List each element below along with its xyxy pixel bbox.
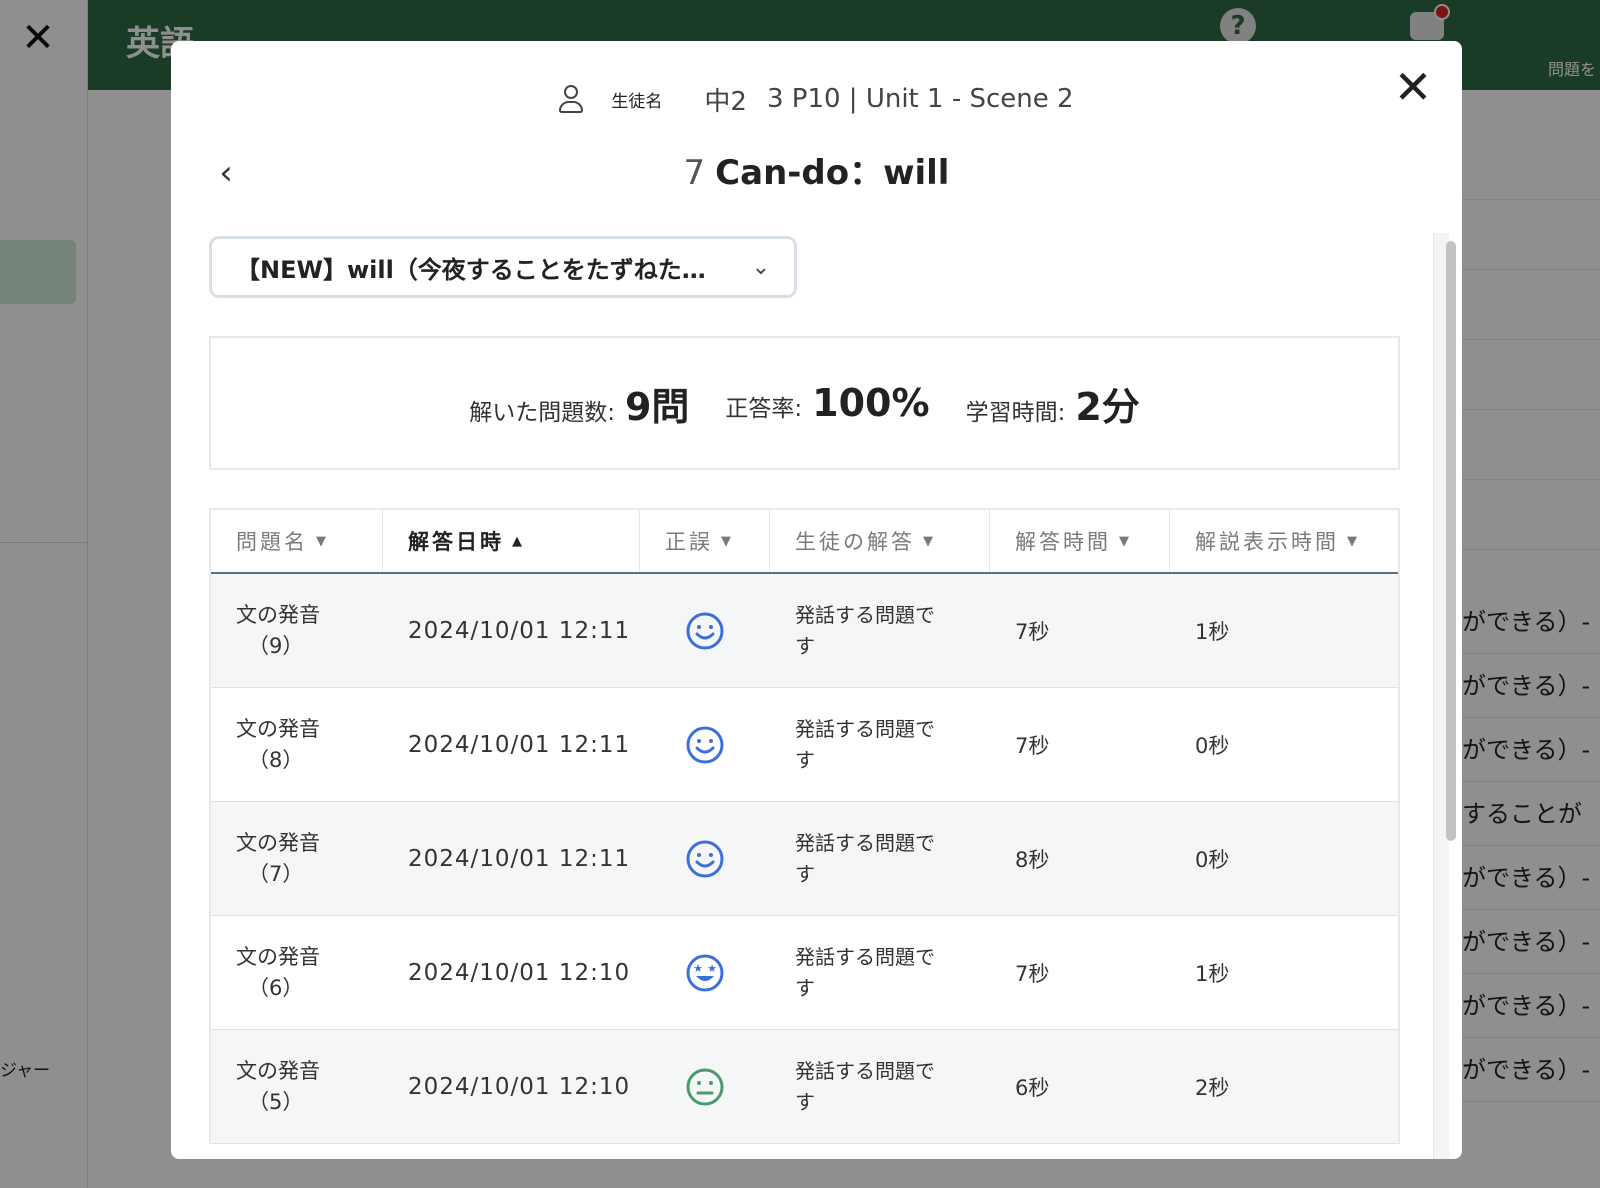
cell-date: 2024/10/01 12:10	[408, 959, 631, 986]
select-value: 【NEW】will（今夜することをたずねた…	[236, 255, 706, 284]
student-name: 生徒名	[611, 91, 663, 112]
cell-date: 2024/10/01 12:11	[408, 617, 631, 644]
cell-problem-name: 文の発音 （6）	[236, 944, 320, 1000]
table-row[interactable]: 文の発音 （9） 2024/10/01 12:11 発話する問題です 7秒 1秒	[211, 574, 1398, 688]
chevron-down-icon: ⌄	[751, 254, 770, 280]
cell-problem-name: 文の発音 （7）	[236, 830, 320, 886]
stat-time: 学習時間: 2分	[966, 376, 1140, 431]
svg-text:★: ★	[707, 962, 717, 975]
column-header-correct[interactable]: 正誤 ▼	[640, 510, 770, 572]
column-header-answer[interactable]: 生徒の解答 ▼	[770, 510, 990, 572]
modal-content: 【NEW】will（今夜することをたずねた… ⌄ 解いた問題数: 9問 正答率:…	[209, 236, 1400, 1144]
modal-header: 生徒名 中2 3 P10 | Unit 1 - Scene 2	[171, 79, 1462, 119]
user-icon	[559, 84, 584, 114]
cell-answer-time: 7秒	[1015, 961, 1050, 986]
cell-student-answer: 発話する問題です	[795, 830, 935, 886]
column-header-date[interactable]: 解答日時 ▲	[383, 510, 640, 572]
sort-down-icon: ▼	[316, 533, 326, 549]
cell-answer-time: 6秒	[1015, 1075, 1050, 1100]
results-table: 問題名 ▼ 解答日時 ▲ 正誤 ▼ 生徒の解答 ▼ 解答時間 ▼ 解説表示時間 ▼ 文の発音…	[209, 508, 1400, 1144]
problem-set-select[interactable]: 【NEW】will（今夜することをたずねた… ⌄	[209, 236, 797, 298]
stat-value: 2分	[1075, 384, 1140, 429]
column-header-problem[interactable]: 問題名 ▼	[211, 510, 383, 572]
cell-student-answer: 発話する問題です	[795, 602, 935, 658]
table-row[interactable]: 文の発音 （6） 2024/10/01 12:10 ★ ★ 発話する問題です 7秒 1秒	[211, 916, 1398, 1030]
cell-explain-time: 1秒	[1195, 619, 1230, 644]
lesson-title: 7 Can-do：will	[171, 145, 1462, 194]
smile-face-icon	[640, 688, 770, 801]
sort-down-icon: ▼	[721, 533, 731, 549]
cell-answer-time: 7秒	[1015, 733, 1050, 758]
stat-value: 9問	[624, 384, 690, 429]
lesson-name: Can-do：will	[715, 153, 950, 193]
cell-student-answer: 発話する問題です	[795, 944, 935, 1000]
unit-label: 3 P10 | Unit 1 - Scene 2	[766, 84, 1074, 114]
svg-text:★: ★	[693, 962, 703, 975]
sort-down-icon: ▼	[923, 533, 933, 549]
cell-answer-time: 8秒	[1015, 847, 1050, 872]
stat-label: 正答率:	[725, 396, 803, 422]
lesson-number: 7	[683, 153, 706, 193]
smile-face-icon	[640, 802, 770, 915]
stats-panel: 解いた問題数: 9問 正答率: 100% 学習時間: 2分	[209, 336, 1400, 470]
table-header: 問題名 ▼ 解答日時 ▲ 正誤 ▼ 生徒の解答 ▼ 解答時間 ▼ 解説表示時間 ▼	[211, 510, 1398, 574]
cell-explain-time: 2秒	[1195, 1075, 1230, 1100]
neutral-face-icon	[640, 1030, 770, 1143]
cell-problem-name: 文の発音 （5）	[236, 1058, 320, 1114]
grade-label: 中2	[704, 86, 747, 117]
cell-explain-time: 0秒	[1195, 847, 1230, 872]
table-row[interactable]: 文の発音 （5） 2024/10/01 12:10 発話する問題です 6秒 2秒	[211, 1030, 1398, 1144]
smile-face-icon	[640, 574, 770, 687]
column-header-answer-time[interactable]: 解答時間 ▼	[990, 510, 1170, 572]
cell-problem-name: 文の発音 （8）	[236, 716, 320, 772]
cell-student-answer: 発話する問題です	[795, 716, 935, 772]
cell-explain-time: 1秒	[1195, 961, 1230, 986]
sort-down-icon: ▼	[1119, 533, 1129, 549]
stat-solved: 解いた問題数: 9問	[469, 376, 689, 431]
sort-up-icon: ▲	[512, 533, 522, 549]
close-icon[interactable]: ✕	[1389, 63, 1437, 111]
table-row[interactable]: 文の発音 （7） 2024/10/01 12:11 発話する問題です 8秒 0秒	[211, 802, 1398, 916]
cell-problem-name: 文の発音 （9）	[236, 602, 320, 658]
cell-date: 2024/10/01 12:11	[408, 845, 631, 872]
result-modal: 生徒名 中2 3 P10 | Unit 1 - Scene 2 ✕ ‹ 7 Can…	[171, 41, 1462, 1159]
cell-student-answer: 発話する問題です	[795, 1058, 935, 1114]
stat-value: 100%	[812, 381, 930, 425]
stat-accuracy: 正答率: 100%	[725, 381, 929, 425]
cell-answer-time: 7秒	[1015, 619, 1050, 644]
stat-label: 解いた問題数:	[469, 399, 615, 426]
scrollbar-thumb[interactable]	[1446, 241, 1456, 841]
cell-date: 2024/10/01 12:11	[408, 731, 631, 758]
star-face-icon: ★ ★	[640, 916, 770, 1029]
table-row[interactable]: 文の発音 （8） 2024/10/01 12:11 発話する問題です 7秒 0秒	[211, 688, 1398, 802]
table-body: 文の発音 （9） 2024/10/01 12:11 発話する問題です 7秒 1秒 文の発音（…	[211, 574, 1398, 1144]
stat-label: 学習時間:	[965, 399, 1066, 426]
column-header-explain-time[interactable]: 解説表示時間 ▼	[1170, 510, 1398, 572]
cell-date: 2024/10/01 12:10	[408, 1073, 631, 1100]
cell-explain-time: 0秒	[1195, 733, 1230, 758]
sort-down-icon: ▼	[1347, 533, 1357, 549]
